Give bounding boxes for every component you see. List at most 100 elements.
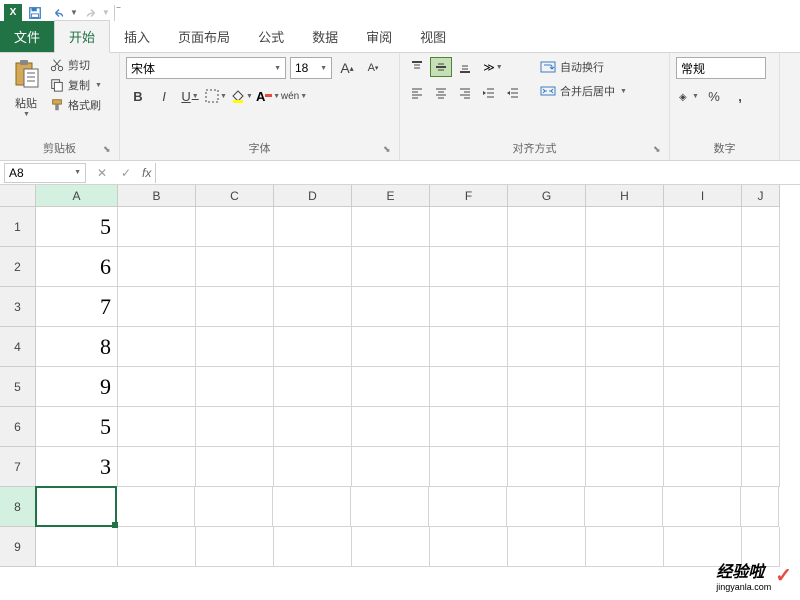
cell-C8[interactable] [195,487,273,527]
cell-J4[interactable] [742,327,780,367]
cell-F7[interactable] [430,447,508,487]
row-header-6[interactable]: 6 [0,407,36,447]
cell-C5[interactable] [196,367,274,407]
align-left-button[interactable] [406,83,428,103]
cell-B9[interactable] [118,527,196,567]
increase-indent-button[interactable] [502,83,524,103]
accounting-format-button[interactable]: ◈▼ [676,85,700,107]
column-header-I[interactable]: I [664,185,742,207]
cell-H7[interactable] [586,447,664,487]
redo-button[interactable] [80,2,102,24]
cell-H9[interactable] [586,527,664,567]
tab-file[interactable]: 文件 [0,21,54,52]
cell-E6[interactable] [352,407,430,447]
cell-F3[interactable] [430,287,508,327]
cell-J3[interactable] [742,287,780,327]
cell-J2[interactable] [742,247,780,287]
cell-A3[interactable]: 7 [36,287,118,327]
font-size-select[interactable]: 18 ▼ [290,57,332,79]
align-top-button[interactable] [406,57,428,77]
tab-formulas[interactable]: 公式 [244,21,298,52]
cell-D1[interactable] [274,207,352,247]
cell-F8[interactable] [429,487,507,527]
cell-C2[interactable] [196,247,274,287]
undo-dropdown[interactable]: ▼ [70,8,78,17]
cell-B2[interactable] [118,247,196,287]
redo-dropdown[interactable]: ▼ [102,8,110,17]
cell-B1[interactable] [118,207,196,247]
cell-E7[interactable] [352,447,430,487]
tab-review[interactable]: 审阅 [352,21,406,52]
cell-F1[interactable] [430,207,508,247]
align-right-button[interactable] [454,83,476,103]
cell-H2[interactable] [586,247,664,287]
font-launcher[interactable]: ⬊ [383,144,395,156]
paste-dropdown[interactable]: ▼ [23,111,30,118]
tab-view[interactable]: 视图 [406,21,460,52]
cell-J7[interactable] [742,447,780,487]
select-all-corner[interactable] [0,185,36,207]
cell-E2[interactable] [352,247,430,287]
cell-C4[interactable] [196,327,274,367]
cell-D8[interactable] [273,487,351,527]
name-box[interactable]: A8 ▼ [4,163,86,183]
tab-layout[interactable]: 页面布局 [164,21,244,52]
cell-I7[interactable] [664,447,742,487]
cell-C7[interactable] [196,447,274,487]
cell-H1[interactable] [586,207,664,247]
column-header-F[interactable]: F [430,185,508,207]
cell-E9[interactable] [352,527,430,567]
row-header-3[interactable]: 3 [0,287,36,327]
row-header-9[interactable]: 9 [0,527,36,567]
cell-A5[interactable]: 9 [36,367,118,407]
comma-button[interactable]: , [728,85,752,107]
row-header-5[interactable]: 5 [0,367,36,407]
cell-G6[interactable] [508,407,586,447]
cell-E5[interactable] [352,367,430,407]
decrease-indent-button[interactable] [478,83,500,103]
cut-button[interactable]: 剪切 [50,57,102,73]
percent-button[interactable]: % [702,85,726,107]
formula-input[interactable] [155,163,800,183]
cell-G4[interactable] [508,327,586,367]
orientation-button[interactable]: ≫▼ [478,57,508,77]
font-name-select[interactable]: 宋体 ▼ [126,57,286,79]
cell-F4[interactable] [430,327,508,367]
cell-F6[interactable] [430,407,508,447]
phonetic-button[interactable]: wén▼ [282,85,306,107]
cell-H5[interactable] [586,367,664,407]
qat-customize[interactable]: ‾ [117,7,120,18]
bold-button[interactable]: B [126,85,150,107]
fill-color-button[interactable]: ▼ [230,85,254,107]
clipboard-launcher[interactable]: ⬊ [103,144,115,156]
tab-data[interactable]: 数据 [298,21,352,52]
increase-font-button[interactable]: A▴ [336,57,358,79]
row-header-8[interactable]: 8 [0,487,36,527]
cell-G7[interactable] [508,447,586,487]
cell-C1[interactable] [196,207,274,247]
cell-E3[interactable] [352,287,430,327]
column-header-D[interactable]: D [274,185,352,207]
cell-A9[interactable] [36,527,118,567]
row-header-4[interactable]: 4 [0,327,36,367]
column-header-C[interactable]: C [196,185,274,207]
cell-B5[interactable] [118,367,196,407]
cell-I6[interactable] [664,407,742,447]
copy-button[interactable]: 复制▼ [50,77,102,93]
paste-button[interactable]: 粘贴 ▼ [6,57,46,118]
row-header-2[interactable]: 2 [0,247,36,287]
cell-G5[interactable] [508,367,586,407]
tab-home[interactable]: 开始 [54,20,110,53]
column-header-A[interactable]: A [36,185,118,207]
cell-C6[interactable] [196,407,274,447]
cell-I8[interactable] [663,487,741,527]
cell-D2[interactable] [274,247,352,287]
cell-A7[interactable]: 3 [36,447,118,487]
cell-G1[interactable] [508,207,586,247]
font-color-button[interactable]: A▼ [256,85,280,107]
cell-A2[interactable]: 6 [36,247,118,287]
cell-A8[interactable] [35,486,117,527]
cell-G8[interactable] [507,487,585,527]
cell-E4[interactable] [352,327,430,367]
cell-I4[interactable] [664,327,742,367]
